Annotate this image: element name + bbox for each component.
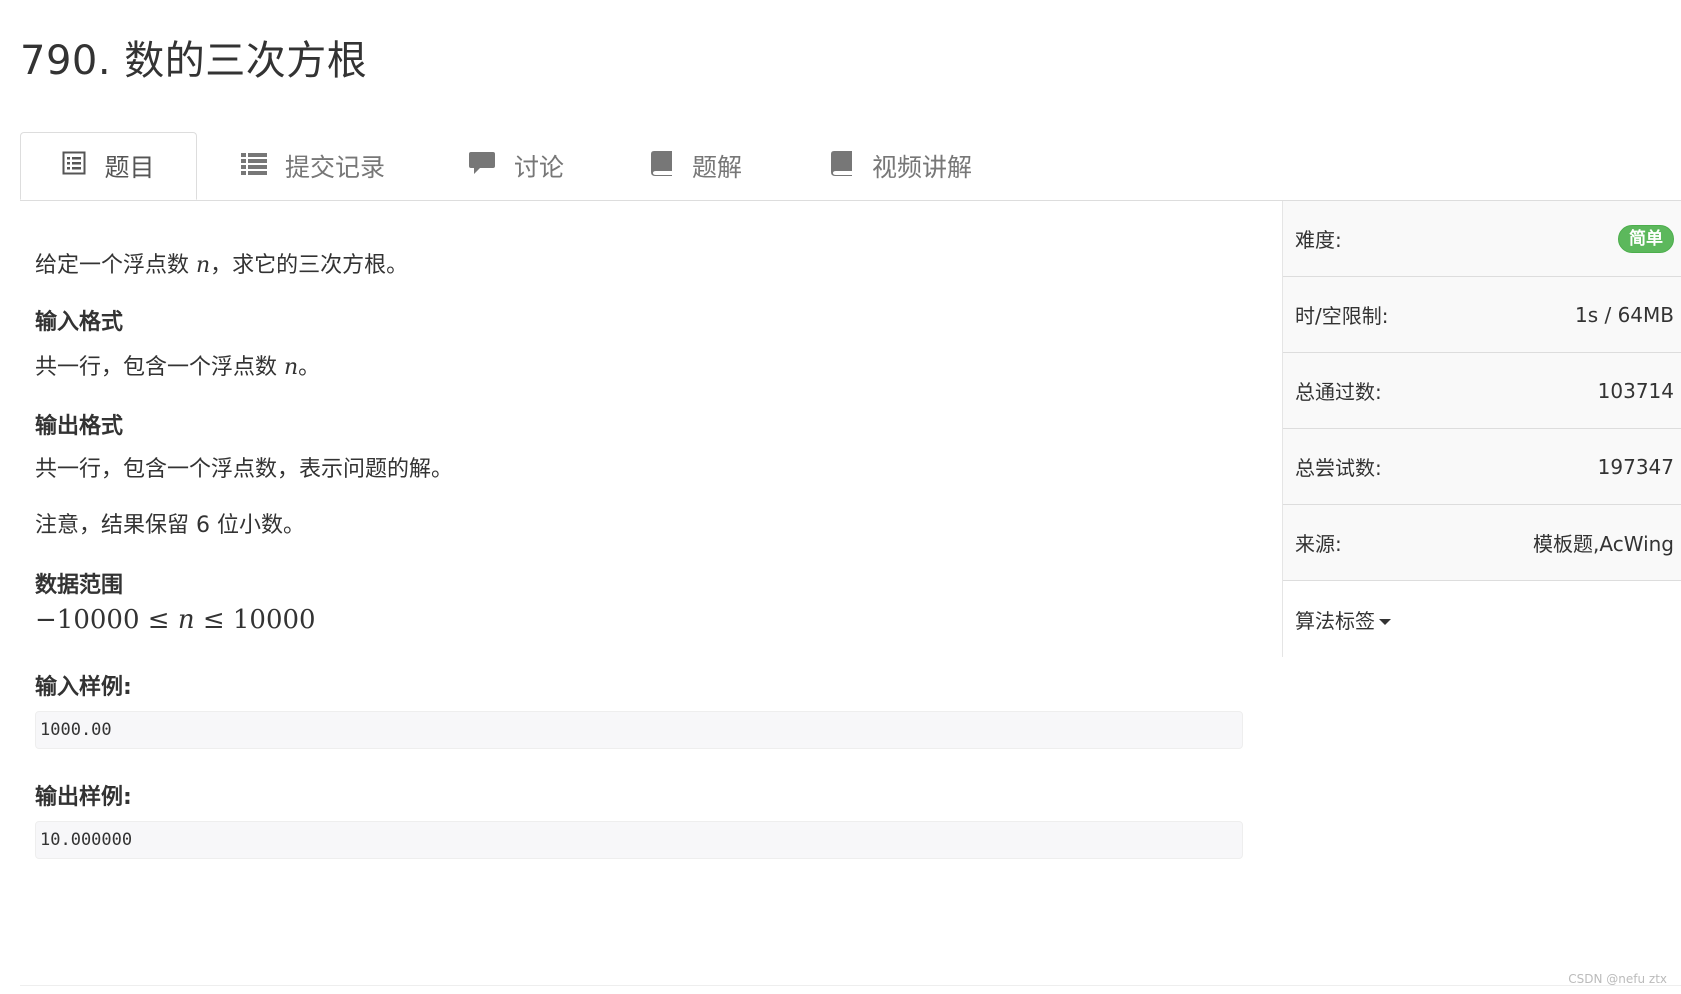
watermark: CSDN @nefu ztx xyxy=(1568,972,1667,986)
accepted-label: 总通过数: xyxy=(1295,380,1382,404)
input-text: 共一行，包含一个浮点数 xyxy=(35,355,284,380)
attempts-row: 总尝试数: 197347 xyxy=(1283,429,1681,505)
problem-info-panel: 难度: 简单 时/空限制: 1s / 64MB 总通过数: 103714 总尝试… xyxy=(1282,201,1681,657)
accepted-value: 103714 xyxy=(1597,378,1674,403)
math-variable: n xyxy=(196,253,211,278)
math-variable: n xyxy=(284,355,299,380)
limit-value: 1s / 64MB xyxy=(1574,302,1674,327)
precision-note: 注意，结果保留 6 位小数。 xyxy=(35,513,305,538)
list-alt-icon xyxy=(62,151,86,181)
limit-row: 时/空限制: 1s / 64MB xyxy=(1283,277,1681,353)
tab-solutions[interactable]: 题解 xyxy=(650,132,742,200)
source-row: 来源: 模板题,AcWing xyxy=(1283,505,1681,581)
footer-divider xyxy=(20,985,1681,986)
source-value: 模板题,AcWing xyxy=(1533,532,1674,556)
range-left: −10000 ≤ xyxy=(35,605,178,635)
intro-text: 给定一个浮点数 xyxy=(35,253,196,278)
caret-down-icon xyxy=(1379,619,1391,625)
tab-problem-label: 题目 xyxy=(104,153,155,182)
math-variable: n xyxy=(177,605,195,635)
data-range-heading: 数据范围 xyxy=(35,573,124,598)
intro-text-end: ，求它的三次方根。 xyxy=(210,253,409,278)
accepted-row: 总通过数: 103714 xyxy=(1283,353,1681,429)
attempts-label: 总尝试数: xyxy=(1295,456,1382,480)
sample-output-code[interactable]: 10.000000 xyxy=(35,821,1243,859)
limit-label: 时/空限制: xyxy=(1295,304,1389,328)
tab-discussion-label: 讨论 xyxy=(514,153,565,182)
output-format-heading: 输出格式 xyxy=(35,414,124,439)
problem-tabs: 题目 提交记录 讨论 题解 视频讲解 xyxy=(20,132,1681,201)
algorithm-tags-row: 算法标签 xyxy=(1283,581,1681,657)
algorithm-tags-label: 算法标签 xyxy=(1295,608,1375,633)
list-icon xyxy=(241,151,267,181)
input-text-end: 。 xyxy=(298,355,321,380)
difficulty-badge: 简单 xyxy=(1618,224,1674,253)
output-format-text: 共一行，包含一个浮点数，表示问题的解。 xyxy=(35,457,454,482)
algorithm-tags-toggle[interactable]: 算法标签 xyxy=(1295,605,1391,634)
tab-submissions[interactable]: 提交记录 xyxy=(241,132,385,200)
page-title: 790. 数的三次方根 xyxy=(20,38,368,84)
tab-problem[interactable]: 题目 xyxy=(20,132,197,200)
input-format-text: 共一行，包含一个浮点数 n。 xyxy=(35,349,320,381)
source-label: 来源: xyxy=(1295,532,1342,556)
tab-video-label: 视频讲解 xyxy=(872,153,973,182)
tab-solutions-label: 题解 xyxy=(692,153,743,182)
book-icon xyxy=(650,150,674,182)
sample-output-heading: 输出样例: xyxy=(35,785,132,810)
difficulty-row: 难度: 简单 xyxy=(1283,201,1681,277)
data-range-formula: −10000 ≤ n ≤ 10000 xyxy=(35,605,316,635)
tab-submissions-label: 提交记录 xyxy=(285,153,386,182)
input-format-heading: 输入格式 xyxy=(35,310,124,335)
range-right: ≤ 10000 xyxy=(194,605,316,635)
difficulty-label: 难度: xyxy=(1295,228,1342,252)
comment-icon xyxy=(468,150,496,182)
tab-video[interactable]: 视频讲解 xyxy=(830,132,972,200)
attempts-value: 197347 xyxy=(1597,454,1674,479)
sample-input-code[interactable]: 1000.00 xyxy=(35,711,1243,749)
sample-input-heading: 输入样例: xyxy=(35,675,132,700)
tab-discussion[interactable]: 讨论 xyxy=(468,132,564,200)
book-icon xyxy=(830,150,854,182)
problem-intro: 给定一个浮点数 n，求它的三次方根。 xyxy=(35,247,408,279)
